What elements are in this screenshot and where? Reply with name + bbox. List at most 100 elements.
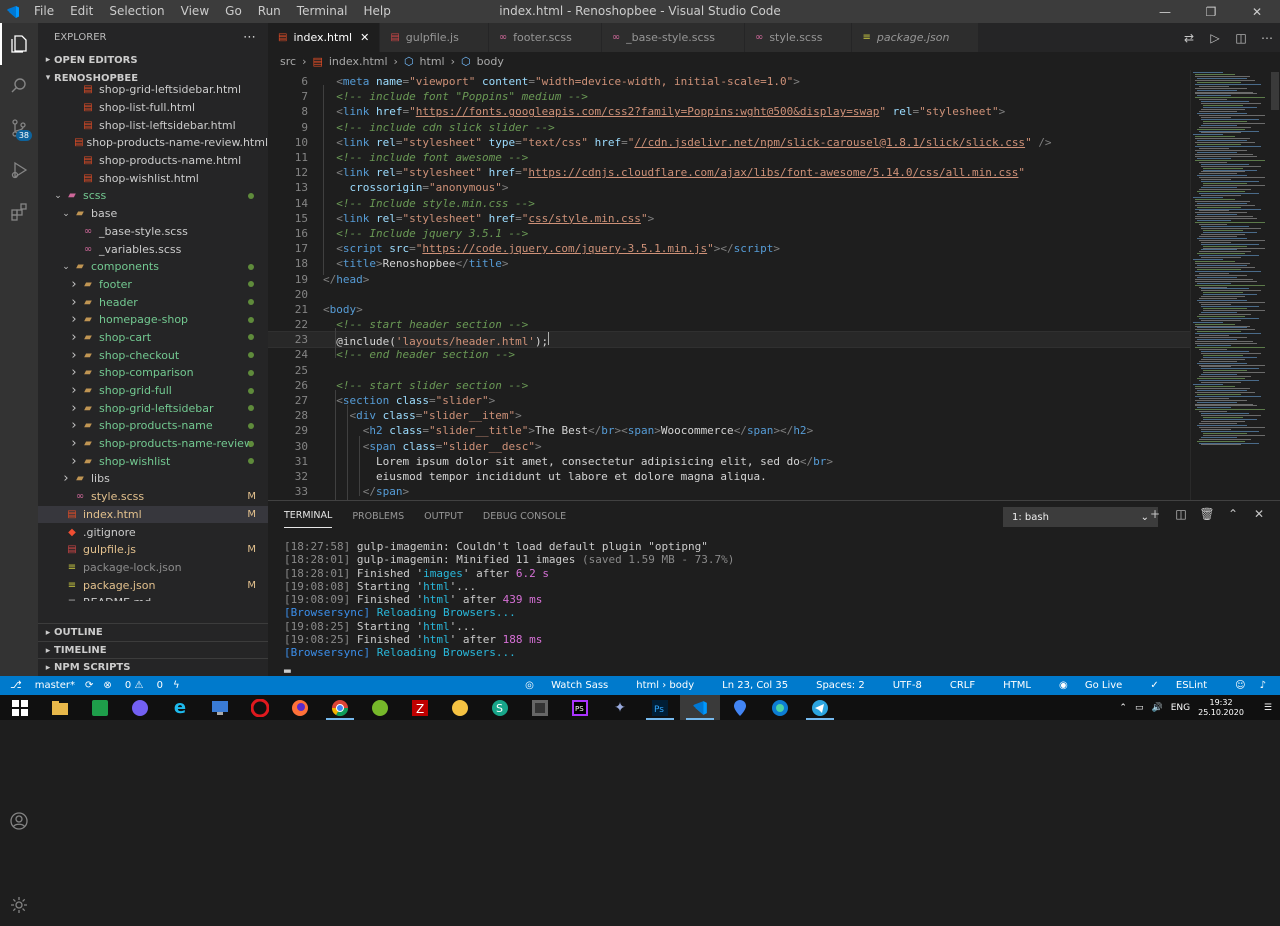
status-item[interactable]: ✓ ESLint: [1150, 680, 1221, 691]
tree-item[interactable]: › ▰ libs: [38, 470, 268, 488]
minimap[interactable]: [1190, 70, 1280, 500]
panel-tab-output[interactable]: OUTPUT: [424, 505, 463, 528]
notepad-icon[interactable]: [520, 695, 560, 720]
clock[interactable]: 19:32 25.10.2020: [1198, 698, 1252, 718]
maps-icon[interactable]: [720, 695, 760, 720]
tree-item[interactable]: ∞ _variables.scss: [38, 240, 268, 258]
breadcrumb-item[interactable]: src: [280, 55, 296, 68]
lightning-icon[interactable]: ϟ: [173, 680, 180, 691]
code-editor[interactable]: 6 <meta name="viewport" content="width=d…: [268, 70, 1190, 500]
feedback-icon[interactable]: ☺: [1235, 680, 1245, 691]
status-item[interactable]: ◉ Go Live: [1059, 680, 1136, 691]
menu-go[interactable]: Go: [217, 0, 250, 23]
account-icon[interactable]: [0, 800, 38, 842]
windows-start-icon[interactable]: [0, 695, 40, 720]
tree-item[interactable]: ≡ package-lock.json: [38, 559, 268, 577]
panel-tab-terminal[interactable]: TERMINAL: [284, 504, 333, 528]
menu-edit[interactable]: Edit: [62, 0, 101, 23]
tree-item[interactable]: › ▰ homepage-shop: [38, 311, 268, 329]
close-button[interactable]: ✕: [1234, 0, 1280, 23]
bell-icon[interactable]: ♪: [1260, 680, 1266, 691]
terminal-select[interactable]: 1: bash ⌄: [1003, 507, 1158, 527]
search-icon[interactable]: [0, 65, 38, 107]
menu-help[interactable]: Help: [356, 0, 399, 23]
tree-item[interactable]: › ▰ shop-grid-full: [38, 382, 268, 400]
utorrent-icon[interactable]: [360, 695, 400, 720]
tree-item[interactable]: ∞ style.scss M: [38, 488, 268, 506]
tree-item[interactable]: › ▰ shop-products-name-review: [38, 435, 268, 453]
status-item[interactable]: HTML: [1003, 680, 1045, 691]
menu-terminal[interactable]: Terminal: [289, 0, 356, 23]
status-item[interactable]: Ln 23, Col 35: [722, 680, 802, 691]
tree-item[interactable]: ⌄ ▰ components: [38, 258, 268, 276]
tab-style-scss[interactable]: ∞ style.scss: [744, 23, 853, 52]
more-actions-icon[interactable]: ⋯: [243, 30, 256, 45]
filezilla-icon[interactable]: Z: [400, 695, 440, 720]
tab-gulpfile-js[interactable]: ▤ gulpfile.js: [380, 23, 489, 52]
branch-status[interactable]: ⎇ master*: [10, 680, 75, 691]
tree-item[interactable]: ≡README.md: [38, 594, 268, 601]
edge-icon[interactable]: [760, 695, 800, 720]
status-item[interactable]: html › body: [636, 680, 708, 691]
chevron-up-icon[interactable]: ⌃: [1220, 507, 1246, 521]
app-green-icon[interactable]: [80, 695, 120, 720]
language-indicator[interactable]: ENG: [1171, 703, 1190, 713]
tree-item[interactable]: ▤ gulpfile.js M: [38, 541, 268, 559]
tree-item[interactable]: › ▰ shop-grid-leftsidebar: [38, 399, 268, 417]
tree-item[interactable]: ◆ .gitignore: [38, 523, 268, 541]
breadcrumb-item[interactable]: body: [477, 55, 504, 68]
split-terminal-icon[interactable]: ◫: [1168, 507, 1194, 521]
tree-item[interactable]: › ▰ shop-products-name: [38, 417, 268, 435]
panel-tab-problems[interactable]: PROBLEMS: [352, 505, 404, 528]
extensions-icon[interactable]: [0, 191, 38, 233]
tree-item[interactable]: ≡ package.json M: [38, 576, 268, 594]
settings-gear-icon[interactable]: [0, 884, 38, 926]
chrome-icon[interactable]: [320, 695, 360, 720]
split-editor-icon[interactable]: ◫: [1228, 31, 1254, 45]
tree-item[interactable]: › ▰ shop-checkout: [38, 346, 268, 364]
source-control-icon[interactable]: 38: [0, 107, 38, 149]
vscode-taskbar-icon[interactable]: [680, 695, 720, 720]
menu-run[interactable]: Run: [250, 0, 289, 23]
tree-item[interactable]: ▤ shop-products-name-review.html: [38, 134, 268, 152]
tree-item[interactable]: ▤ shop-wishlist.html: [38, 169, 268, 187]
menu-file[interactable]: File: [26, 0, 62, 23]
tree-item[interactable]: ▤ shop-list-leftsidebar.html: [38, 116, 268, 134]
breadcrumb-item[interactable]: index.html: [329, 55, 388, 68]
breadcrumb-item[interactable]: html: [420, 55, 445, 68]
compare-icon[interactable]: ⇄: [1176, 31, 1202, 45]
trash-icon[interactable]: 🗑: [1194, 507, 1220, 521]
tree-item[interactable]: › ▰ footer: [38, 276, 268, 294]
skype-s-icon[interactable]: S: [480, 695, 520, 720]
tree-item[interactable]: ▤ shop-list-full.html: [38, 99, 268, 117]
tab-footer-scss[interactable]: ∞ footer.scss: [488, 23, 602, 52]
telegram-icon[interactable]: [800, 695, 840, 720]
status-item[interactable]: ◎ Watch Sass: [525, 680, 622, 691]
volume-icon[interactable]: 🔊: [1151, 703, 1162, 713]
tree-item[interactable]: ∞ _base-style.scss: [38, 223, 268, 241]
explorer-icon[interactable]: [0, 23, 38, 65]
new-terminal-icon[interactable]: +: [1142, 507, 1168, 521]
paint-icon[interactable]: [440, 695, 480, 720]
computer-icon[interactable]: [200, 695, 240, 720]
tree-item[interactable]: ⌄ ▰ scss: [38, 187, 268, 205]
notifications-icon[interactable]: ☰: [1264, 703, 1272, 713]
npm-scripts-section[interactable]: ▸ NPM SCRIPTS: [38, 658, 268, 676]
close-icon[interactable]: ✕: [360, 31, 369, 44]
minimap-slider[interactable]: [1271, 72, 1279, 110]
open-editors-section[interactable]: ▸ OPEN EDITORS: [38, 51, 268, 69]
menu-selection[interactable]: Selection: [101, 0, 172, 23]
chevron-up-icon[interactable]: ⌃: [1119, 703, 1127, 713]
firefox-icon[interactable]: [280, 695, 320, 720]
menu-view[interactable]: View: [173, 0, 217, 23]
opera-icon[interactable]: [240, 695, 280, 720]
tree-item[interactable]: ▤ shop-grid-leftsidebar.html: [38, 81, 268, 99]
tree-item[interactable]: › ▰ shop-wishlist: [38, 452, 268, 470]
problems-status[interactable]: ⊗ 0 ⚠ 0: [103, 680, 163, 691]
tab-package-json[interactable]: ≡ package.json: [852, 23, 980, 52]
status-item[interactable]: UTF-8: [893, 680, 936, 691]
phpstorm-icon[interactable]: PS: [560, 695, 600, 720]
tree-item[interactable]: ▤ index.html M: [38, 505, 268, 524]
tree-item[interactable]: ▤ shop-products-name.html: [38, 152, 268, 170]
close-icon[interactable]: ✕: [1246, 507, 1272, 521]
